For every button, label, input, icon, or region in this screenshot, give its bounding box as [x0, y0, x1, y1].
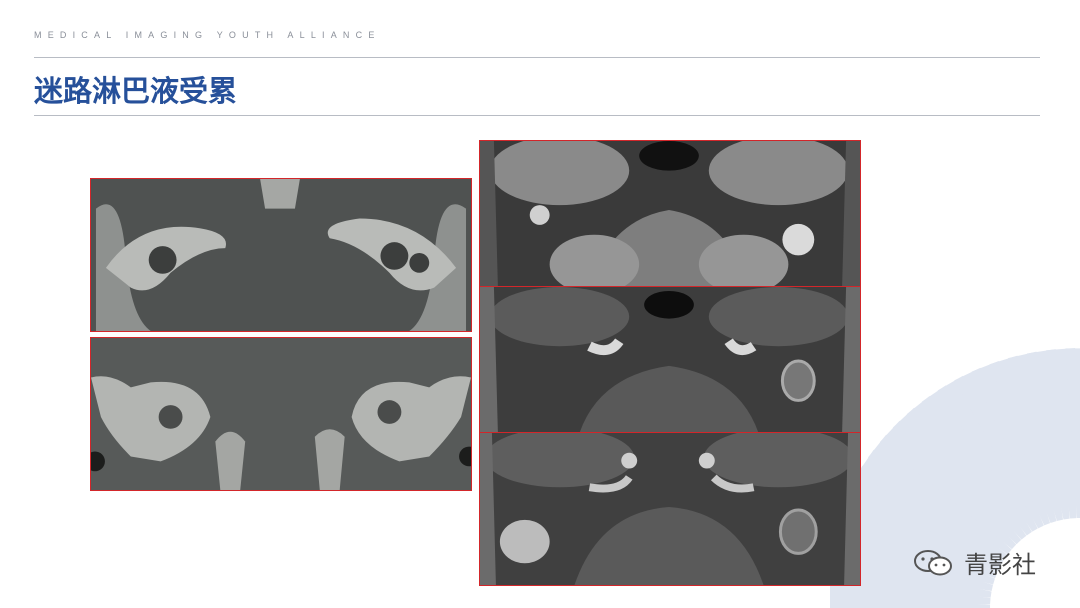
header-tagline: MEDICAL IMAGING YOUTH ALLIANCE [34, 30, 381, 40]
ct-temporal-bone-axial-image [91, 179, 471, 331]
ct-axial-panel [90, 178, 472, 332]
mri-t2-panel [479, 140, 861, 288]
ct-coronal-panel [90, 337, 472, 491]
wechat-icon [914, 549, 952, 575]
mri-t1-contrast-axial-image [480, 433, 860, 585]
title-divider [34, 115, 1040, 116]
mri-t1-contrast-panel [479, 432, 861, 586]
watermark: 青影社 [912, 545, 1036, 580]
slide-title: 迷路淋巴液受累 [34, 74, 238, 108]
mri-t2-axial-image [480, 141, 860, 287]
ct-temporal-bone-coronal-image [91, 338, 471, 490]
top-divider [34, 57, 1040, 58]
mri-t1-axial-image [480, 287, 860, 433]
mri-t1-panel [479, 286, 861, 434]
watermark-label: 青影社 [964, 551, 1036, 579]
